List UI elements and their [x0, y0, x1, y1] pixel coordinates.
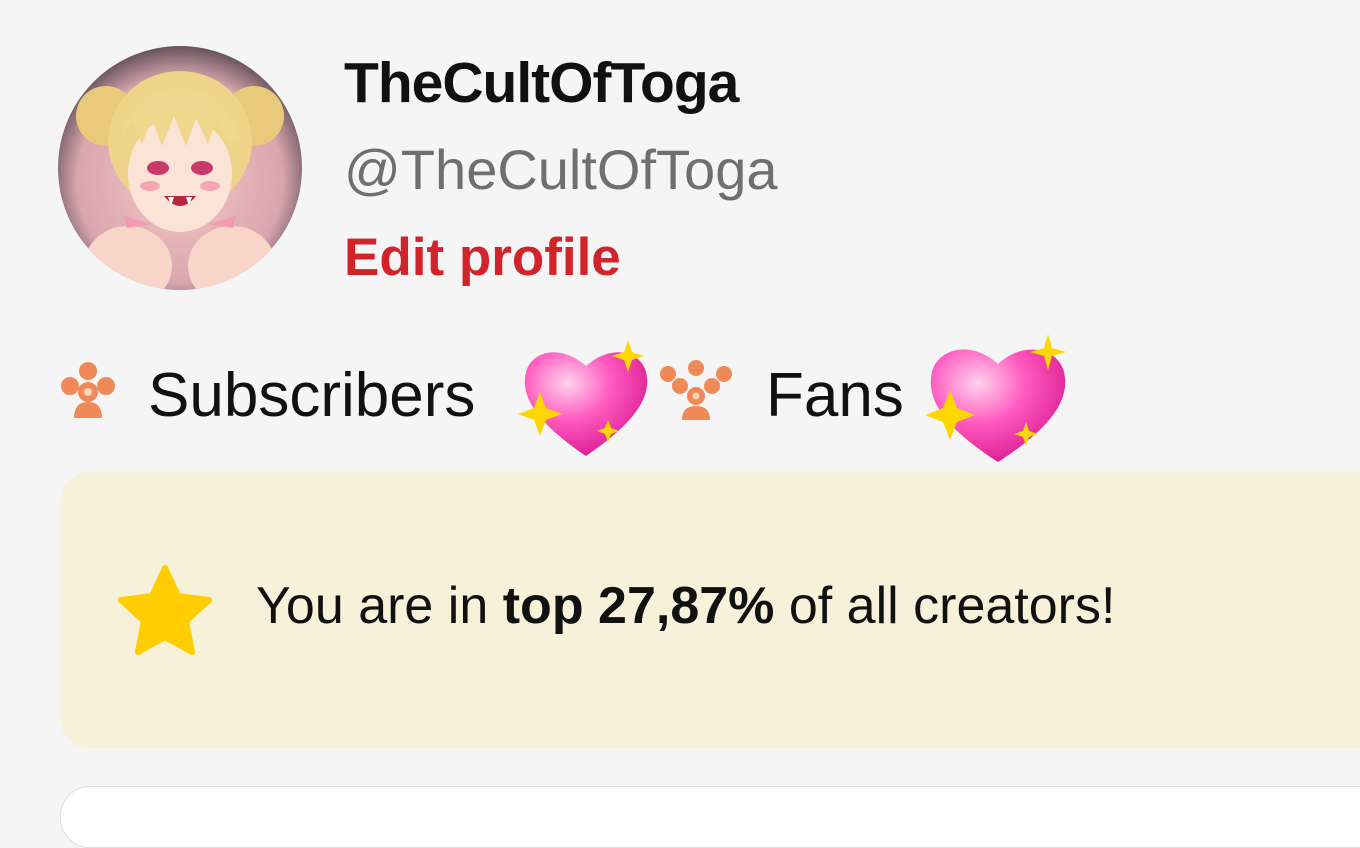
stats-row: Subscribers Fans — [56, 330, 1156, 470]
sparkling-heart-icon — [918, 332, 1078, 471]
sparkling-heart-icon — [516, 336, 656, 467]
people-group-icon — [56, 356, 120, 425]
fans-label: Fans — [766, 361, 904, 430]
avatar-image — [58, 46, 302, 290]
rank-prefix: You are in — [256, 577, 503, 635]
subscribers-label: Subscribers — [148, 361, 476, 430]
rank-percentage: top 27,87% — [502, 577, 775, 635]
next-card — [60, 786, 1360, 848]
creator-rank-text: You are in top 27,87% of all creators! — [256, 576, 1115, 636]
profile-handle: @TheCultOfToga — [344, 138, 778, 201]
profile-avatar[interactable] — [58, 46, 302, 290]
people-crowd-icon — [654, 356, 738, 425]
display-name: TheCultOfToga — [344, 51, 739, 115]
edit-profile-link[interactable]: Edit profile — [344, 227, 621, 288]
profile-header: TheCultOfToga @TheCultOfToga Edit profil… — [0, 0, 1360, 320]
rank-suffix: of all creators! — [774, 577, 1116, 635]
star-icon — [116, 564, 214, 663]
creator-rank-card: You are in top 27,87% of all creators! — [60, 472, 1360, 748]
